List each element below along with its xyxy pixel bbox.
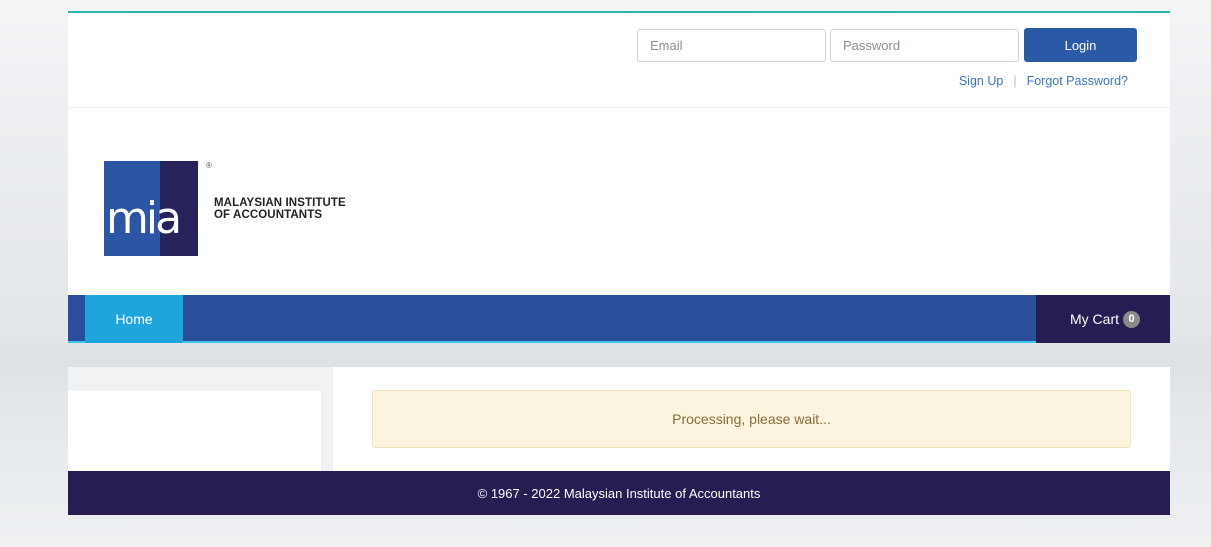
- cart-count-badge: 0: [1123, 310, 1140, 328]
- logo-mark-text: mia: [106, 193, 182, 244]
- logo-name: MALAYSIAN INSTITUTE OF ACCOUNTANTS: [214, 197, 346, 221]
- forgot-password-link[interactable]: Forgot Password?: [1027, 74, 1128, 88]
- nav-home[interactable]: Home: [85, 295, 183, 343]
- login-bar: Login Sign Up | Forgot Password?: [68, 13, 1170, 107]
- login-button[interactable]: Login: [1024, 28, 1137, 62]
- registered-mark: ®: [206, 161, 212, 170]
- account-links: Sign Up | Forgot Password?: [959, 74, 1128, 88]
- logo-mark: mia: [104, 161, 198, 256]
- sidebar-panel: [68, 391, 321, 471]
- link-separator: |: [1013, 74, 1017, 88]
- alert-text: Processing, please wait...: [672, 411, 831, 427]
- site-footer: © 1967 - 2022 Malaysian Institute of Acc…: [68, 471, 1170, 515]
- main-nav: Home My Cart 0: [68, 295, 1170, 343]
- password-field[interactable]: [830, 29, 1019, 62]
- processing-alert: Processing, please wait...: [372, 390, 1131, 448]
- sidebar: [68, 367, 333, 471]
- email-field[interactable]: [637, 29, 826, 62]
- main-content: Processing, please wait...: [68, 367, 1170, 471]
- mia-logo[interactable]: mia ® MALAYSIAN INSTITUTE OF ACCOUNTANTS: [104, 161, 364, 257]
- cart-label: My Cart: [1070, 311, 1119, 327]
- my-cart-button[interactable]: My Cart 0: [1036, 295, 1170, 343]
- page-container: Login Sign Up | Forgot Password? mia ® M…: [68, 0, 1170, 515]
- sign-up-link[interactable]: Sign Up: [959, 74, 1003, 88]
- copyright-text: © 1967 - 2022 Malaysian Institute of Acc…: [477, 485, 761, 501]
- site-header: mia ® MALAYSIAN INSTITUTE OF ACCOUNTANTS: [68, 108, 1170, 295]
- logo-name-line1: MALAYSIAN INSTITUTE: [214, 197, 346, 209]
- logo-name-line2: OF ACCOUNTANTS: [214, 209, 323, 221]
